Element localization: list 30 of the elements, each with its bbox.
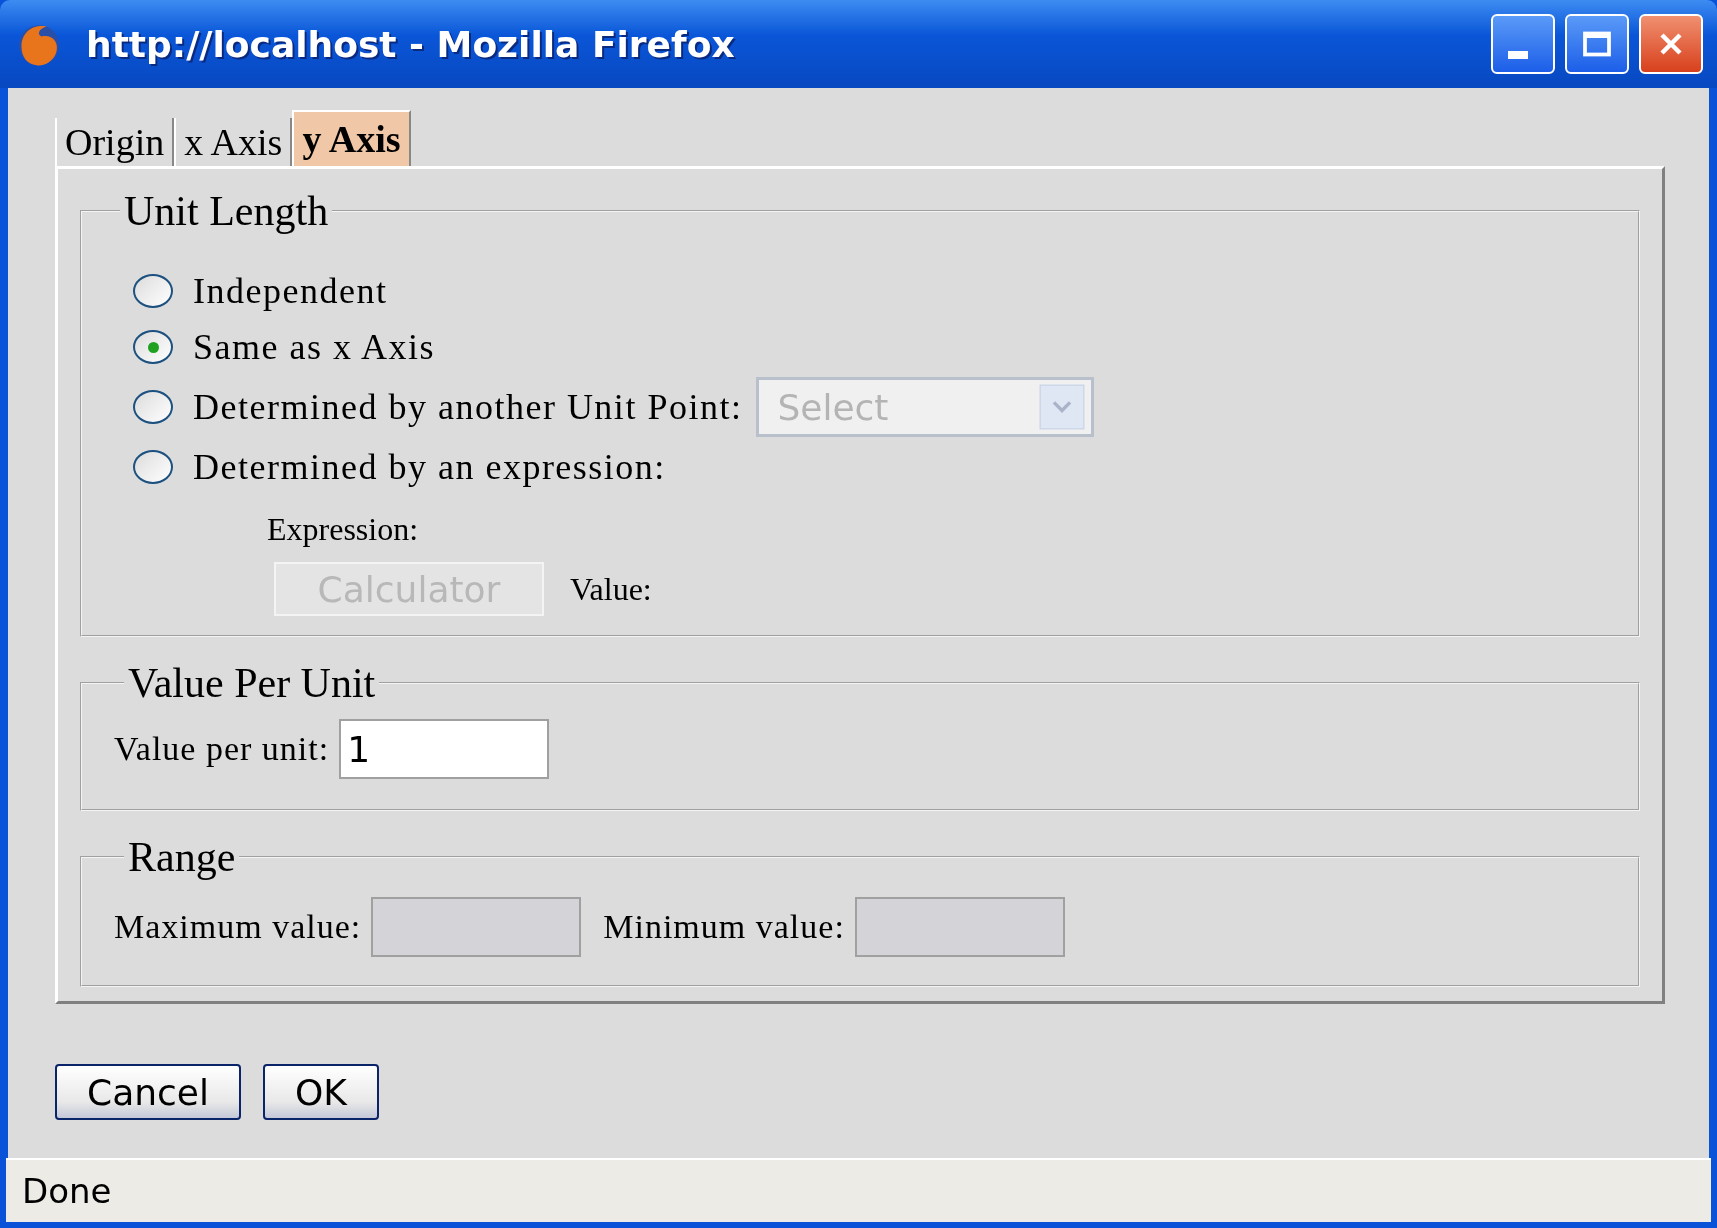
option-label: Independent bbox=[193, 270, 388, 312]
group-legend: Value Per Unit bbox=[124, 659, 380, 707]
maximize-button[interactable] bbox=[1565, 14, 1629, 74]
radio-button[interactable] bbox=[133, 330, 173, 364]
field-label: Minimum value: bbox=[603, 908, 845, 946]
radio-button[interactable] bbox=[133, 274, 173, 308]
tab[interactable]: y Axis bbox=[292, 110, 411, 166]
option-label: Same as x Axis bbox=[193, 326, 435, 368]
field-label: Value per unit: bbox=[114, 730, 330, 768]
tab[interactable]: x Axis bbox=[174, 118, 293, 166]
dialog-button[interactable]: OK bbox=[262, 1064, 379, 1120]
minimize-button[interactable] bbox=[1491, 14, 1555, 74]
radio-button[interactable] bbox=[133, 450, 173, 484]
window-title: http://localhost - Mozilla Firefox bbox=[86, 23, 735, 65]
field-label: Maximum value: bbox=[114, 908, 362, 946]
minimize-icon bbox=[1508, 51, 1528, 59]
option-label: Determined by an expression: bbox=[193, 446, 666, 488]
radio-button[interactable] bbox=[133, 390, 173, 424]
value-per-unit-field[interactable]: 1 bbox=[339, 719, 550, 779]
group-legend: Range bbox=[124, 833, 240, 881]
dialog-button[interactable]: Cancel bbox=[55, 1064, 241, 1120]
close-button[interactable] bbox=[1639, 14, 1703, 74]
status-text: Done bbox=[22, 1171, 112, 1211]
maximize-icon bbox=[1582, 29, 1612, 59]
expression-label: Expression: bbox=[267, 511, 420, 548]
caret-icon bbox=[1037, 384, 1088, 430]
group-legend: Unit Length bbox=[120, 187, 333, 235]
tab[interactable]: Origin bbox=[55, 118, 175, 166]
value-label: Value: bbox=[570, 570, 652, 608]
option-label: Determined by another Unit Point: bbox=[193, 386, 743, 428]
